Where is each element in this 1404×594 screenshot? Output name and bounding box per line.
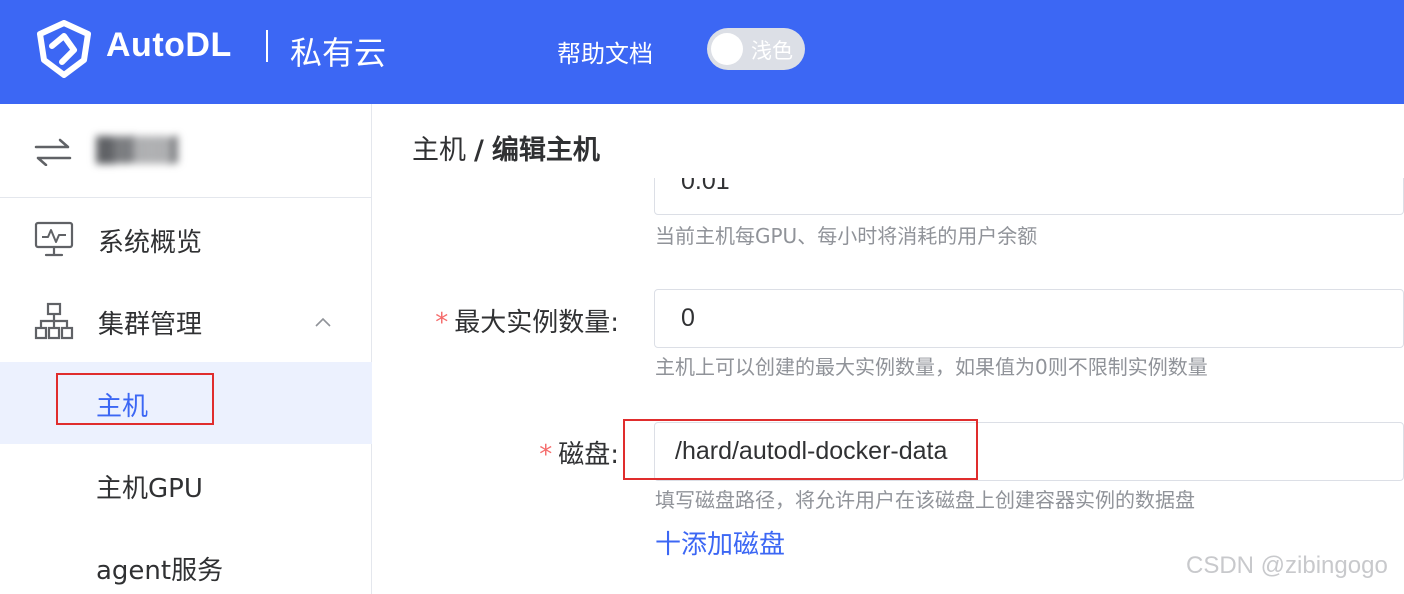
theme-toggle[interactable]: 浅色 [707, 28, 805, 70]
swap-icon[interactable] [34, 138, 72, 166]
max-instances-label: * 最大实例数量: [373, 302, 619, 339]
sidebar-subitem-agent-service[interactable]: agent服务 [0, 526, 372, 594]
theme-toggle-label: 浅色 [751, 39, 793, 63]
watermark: CSDN @zibingogo [1186, 552, 1388, 579]
disk-label: * 磁盘: [373, 434, 619, 471]
price-value: 0.01 [681, 178, 730, 195]
sidebar-item-cluster-management[interactable]: 集群管理 [0, 280, 372, 362]
brand-divider [266, 30, 268, 62]
price-help-text: 当前主机每GPU、每小时将消耗的用户余额 [655, 224, 1038, 248]
autodl-logo-icon [37, 20, 91, 78]
price-input[interactable]: 0.01 [654, 178, 1404, 215]
breadcrumb-separator: / [474, 135, 484, 166]
required-mark: * [435, 308, 449, 338]
sidebar-item-label: 集群管理 [98, 310, 203, 340]
max-instances-value: 0 [681, 304, 695, 332]
sidebar-subitem-label: agent服务 [96, 556, 224, 586]
monitor-icon [34, 221, 74, 257]
toggle-knob [711, 33, 743, 65]
sidebar-item-overview[interactable]: 系统概览 [0, 198, 372, 280]
top-header: AutoDL 私有云 帮助文档 浅色 [0, 0, 1404, 104]
help-docs-link[interactable]: 帮助文档 [557, 34, 653, 69]
breadcrumb-parent[interactable]: 主机 [412, 135, 466, 166]
user-switcher: █▓▒▒▓██ [0, 104, 372, 198]
sidebar-subitem-host-gpu[interactable]: 主机GPU [0, 444, 372, 526]
max-instances-help-text: 主机上可以创建的最大实例数量，如果值为0则不限制实例数量 [655, 355, 1208, 379]
disk-label-text: 磁盘: [558, 440, 619, 470]
highlight-box-disk [623, 419, 978, 480]
cluster-icon [34, 302, 74, 340]
highlight-box-host [56, 373, 214, 425]
required-mark: * [539, 440, 553, 470]
chevron-up-icon [315, 317, 331, 327]
brand-name: AutoDL [106, 26, 232, 64]
user-name: █▓▒▒▓██ [96, 136, 178, 164]
breadcrumb-current: 编辑主机 [491, 135, 600, 166]
sidebar-item-label: 系统概览 [98, 228, 203, 258]
breadcrumb: 主机 / 编辑主机 [412, 128, 600, 167]
form-scroll-area: 单价: 0.01 当前主机每GPU、每小时将消耗的用户余额 *最大实例数量: 0… [373, 178, 1404, 594]
sidebar-subitem-label: 主机GPU [96, 474, 203, 504]
max-instances-input[interactable]: 0 [654, 289, 1404, 348]
disk-help-text: 填写磁盘路径，将允许用户在该磁盘上创建容器实例的数据盘 [655, 488, 1195, 512]
max-instances-label-text: 最大实例数量: [454, 308, 619, 338]
add-disk-button[interactable]: 十添加磁盘 [655, 524, 785, 561]
brand-subtitle: 私有云 [290, 34, 387, 72]
sidebar: █▓▒▒▓██ 系统概览 集群管理 主机 主机GPU agent服务 [0, 104, 372, 594]
